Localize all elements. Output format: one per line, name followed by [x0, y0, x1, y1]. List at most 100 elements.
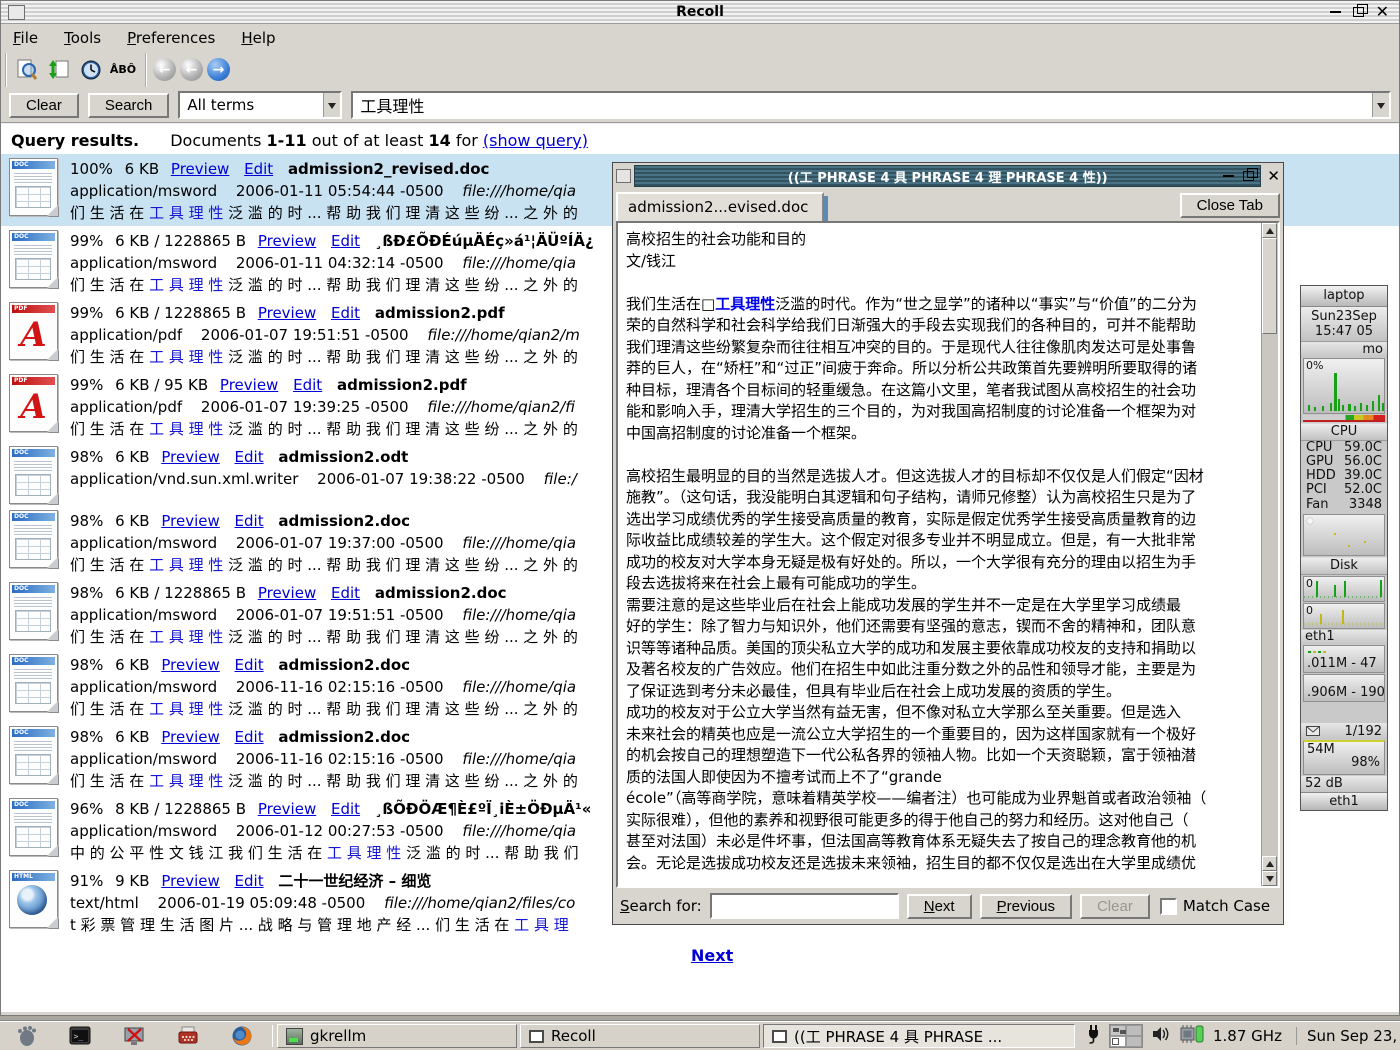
scroll-thumb[interactable] [1262, 238, 1277, 334]
memory-chart[interactable]: 54M 98% [1303, 740, 1385, 775]
preview-link[interactable]: Preview [161, 510, 219, 532]
document-text[interactable]: 高校招生的社会功能和目的 文/钱江 我们生活在□工具理性泛滥的时代。作为“世之显… [618, 223, 1262, 886]
disk-read-chart[interactable]: 0 [1303, 576, 1385, 602]
clear-button[interactable]: Clear [9, 93, 79, 118]
scrollbar[interactable] [1261, 223, 1278, 886]
find-next-button[interactable]: Next [907, 894, 972, 919]
preview-menu-icon[interactable] [616, 169, 631, 183]
edit-link[interactable]: Edit [235, 726, 264, 748]
show-query-link[interactable]: (show query) [483, 131, 588, 150]
minimize-icon[interactable] [1330, 11, 1341, 13]
scroll-up-icon[interactable] [1262, 223, 1277, 238]
next-results-link[interactable]: Next [691, 946, 733, 965]
result-meta: application/msword 2006-11-16 02:15:16 -… [70, 676, 590, 698]
edit-link[interactable]: Edit [235, 446, 264, 468]
file-url: file:///home/qia [462, 750, 576, 768]
close-icon[interactable]: ✕ [1376, 5, 1389, 19]
edit-link[interactable]: Edit [293, 374, 322, 396]
chevron-down-icon[interactable] [1372, 93, 1389, 117]
window-titlebar[interactable]: Recoll ✕ [1, 1, 1399, 24]
preview-link[interactable]: Preview [161, 654, 219, 676]
firefox-icon[interactable] [230, 1024, 254, 1048]
preview-link[interactable]: Preview [161, 446, 219, 468]
menu-help[interactable]: Help [241, 29, 275, 47]
next-page-icon[interactable]: → [207, 58, 230, 81]
task-button[interactable]: gkrellm [277, 1024, 517, 1048]
search-mode-select[interactable]: All terms [178, 91, 342, 119]
result-filename: admission2.pdf [337, 376, 467, 394]
match-case-label: Match Case [1183, 897, 1270, 915]
gkrellm-clock[interactable]: Sun23Sep 15:47 05 [1301, 307, 1387, 342]
preview-close-icon[interactable]: ✕ [1267, 167, 1280, 185]
preview-link[interactable]: Preview [161, 726, 219, 748]
terminal-icon[interactable]: >_ [68, 1024, 92, 1048]
fan-chart[interactable] [1303, 514, 1385, 556]
highlighted-term: 工 具 理 性 [149, 420, 223, 438]
edit-link[interactable]: Edit [331, 798, 360, 820]
disk-write-chart[interactable]: 0 [1303, 603, 1385, 629]
preview-link[interactable]: Preview [171, 158, 229, 180]
net-tx-chart[interactable]: .906M - 190 [1303, 674, 1385, 702]
edit-link[interactable]: Edit [235, 510, 264, 532]
typewriter-icon[interactable] [176, 1024, 200, 1048]
workspace-pager[interactable] [1109, 1024, 1143, 1048]
workspace-4[interactable] [1126, 1036, 1142, 1047]
task-button[interactable]: Recoll [520, 1024, 760, 1048]
preview-tab[interactable]: admission2...evised.doc [616, 192, 824, 221]
close-tab-button[interactable]: Close Tab [1180, 193, 1280, 218]
restore-icon[interactable] [1353, 7, 1364, 17]
preview-link[interactable]: Preview [258, 798, 316, 820]
result-filename: ¸ßÕÐÖÆ¶È£ºÏ¸iÈ±ÖÐµÄ¹« [375, 800, 592, 818]
preview-titlebar[interactable]: ((工 PHRASE 4 具 PHRASE 4 理 PHRASE 4 性)) ✕ [616, 166, 1280, 186]
panel-handle[interactable] [272, 1025, 273, 1047]
workspace-2[interactable] [1126, 1025, 1142, 1036]
query-combobox[interactable] [351, 91, 1391, 119]
edit-link[interactable]: Edit [244, 158, 273, 180]
preview-link[interactable]: Preview [258, 230, 316, 252]
edit-link[interactable]: Edit [331, 582, 360, 604]
preview-link[interactable]: Preview [258, 302, 316, 324]
preview-minimize-icon[interactable] [1223, 175, 1234, 177]
gnome-menu-icon[interactable] [14, 1024, 38, 1048]
search-input[interactable] [353, 96, 1372, 115]
history-clock-icon[interactable] [77, 57, 105, 83]
preview-link[interactable]: Preview [220, 374, 278, 396]
volume-icon[interactable] [1151, 1025, 1171, 1047]
search-button[interactable]: Search [88, 93, 170, 118]
lock-screen-icon[interactable] [122, 1024, 146, 1048]
cpu-krell-strip [1303, 415, 1385, 422]
edit-link[interactable]: Edit [235, 654, 264, 676]
relevance-percent: 99% [70, 304, 103, 322]
edit-link[interactable]: Edit [331, 302, 360, 324]
task-button[interactable]: ((工 PHRASE 4 具 PHRASE ... [763, 1024, 1075, 1048]
previous-page-icon[interactable]: ← [180, 58, 203, 81]
advanced-search-icon[interactable] [13, 57, 41, 83]
match-case-checkbox[interactable] [1160, 898, 1177, 915]
edit-link[interactable]: Edit [235, 870, 264, 892]
cpu-freq-icon[interactable] [1179, 1024, 1205, 1048]
gkrellm-date: Sun23Sep [1301, 309, 1387, 324]
preview-maximize-icon[interactable] [1243, 171, 1254, 181]
scroll-down-icon[interactable] [1262, 871, 1277, 886]
mail-row[interactable]: 1/192 [1301, 723, 1387, 739]
menu-file[interactable]: File [13, 29, 38, 47]
chevron-down-icon[interactable] [323, 93, 340, 117]
preview-link[interactable]: Preview [161, 870, 219, 892]
temperature-row: PCI 52.0C [1301, 483, 1387, 497]
edit-link[interactable]: Edit [331, 230, 360, 252]
sort-parameters-icon[interactable] [45, 57, 73, 83]
net-rx-chart[interactable]: .011M - 47 [1303, 645, 1385, 673]
menu-preferences[interactable]: Preferences [127, 29, 215, 47]
find-input[interactable] [710, 893, 899, 919]
menu-tools[interactable]: Tools [64, 29, 101, 47]
taskbar-clock[interactable]: Sun Sep 23, 3:47 PM [1296, 1027, 1400, 1045]
first-page-icon[interactable]: ← [153, 58, 176, 81]
term-explorer-icon[interactable]: ÅBÔ [109, 57, 137, 83]
power-plug-icon[interactable] [1085, 1024, 1101, 1048]
scroll-up-icon[interactable] [1262, 856, 1277, 871]
cpu-usage-chart[interactable]: 0% [1303, 358, 1385, 414]
workspace-1[interactable] [1110, 1025, 1126, 1036]
find-previous-button[interactable]: Previous [980, 894, 1072, 919]
workspace-3[interactable] [1110, 1036, 1126, 1047]
preview-link[interactable]: Preview [258, 582, 316, 604]
